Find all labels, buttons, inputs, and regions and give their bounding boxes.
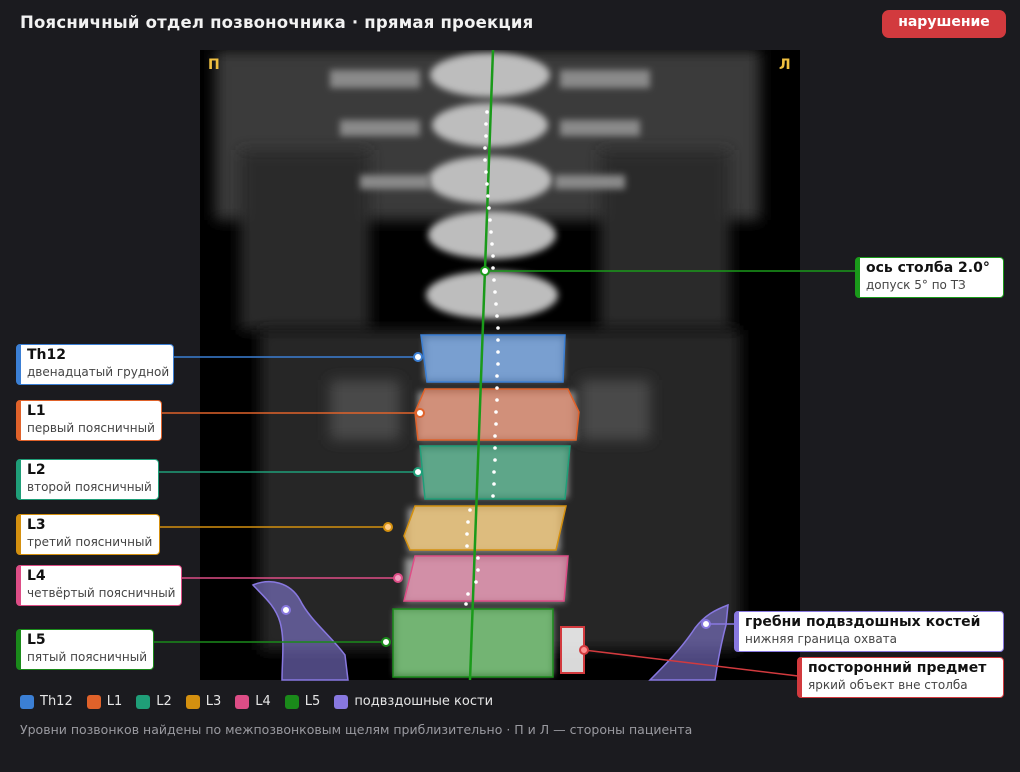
status-badge[interactable]: нарушение [882, 10, 1006, 38]
callout-l1[interactable]: L1 первый поясничный [16, 400, 162, 441]
legend-item-iliac[interactable]: подвздошные кости [334, 694, 493, 709]
legend-label: L4 [255, 694, 271, 709]
callout-foreign-title: посторонний предмет [808, 660, 987, 676]
footnote: Уровни позвонков найдены по межпозвонков… [20, 722, 693, 737]
legend-label: L5 [304, 694, 321, 709]
callout-l4[interactable]: L4 четвёртый поясничный [16, 565, 182, 606]
callout-l2-title: L2 [27, 462, 46, 478]
side-label-left-patient: Л [779, 57, 791, 73]
callout-l5-sub: пятый поясничный [27, 650, 147, 664]
callout-axis-title: ось столба 2.0° [866, 260, 990, 276]
callout-foreign-object[interactable]: посторонний предмет яркий объект вне сто… [797, 657, 1004, 698]
callout-iliac-title: гребни подвздошных костей [745, 614, 981, 630]
legend-item-l1[interactable]: L1 [86, 694, 123, 709]
callout-iliac[interactable]: гребни подвздошных костей нижняя граница… [734, 611, 1004, 652]
callout-l1-title: L1 [27, 403, 46, 419]
callout-th12-title: Th12 [27, 347, 66, 363]
legend-label: подвздошные кости [354, 694, 494, 709]
callout-l5[interactable]: L5 пятый поясничный [16, 629, 154, 670]
callout-l3-sub: третий поясничный [27, 535, 153, 549]
callout-axis[interactable]: ось столба 2.0° допуск 5° по ТЗ [855, 257, 1004, 298]
legend-swatch [235, 694, 250, 709]
legend-item-l5[interactable]: L5 [284, 694, 321, 709]
legend: Th12 L1 L2 L3 L4 L5 подвздошные кости [20, 694, 507, 709]
callout-l5-title: L5 [27, 632, 46, 648]
legend-label: L3 [205, 694, 222, 709]
legend-swatch [185, 694, 200, 709]
callout-l3[interactable]: L3 третий поясничный [16, 514, 160, 555]
callout-l4-sub: четвёртый поясничный [27, 586, 176, 600]
legend-item-th12[interactable]: Th12 [20, 694, 73, 709]
legend-swatch [284, 694, 299, 709]
legend-swatch [136, 694, 151, 709]
callout-iliac-sub: нижняя граница охвата [745, 632, 898, 646]
callout-l1-sub: первый поясничный [27, 421, 155, 435]
callout-foreign-sub: яркий объект вне столба [808, 678, 968, 692]
legend-label: Th12 [40, 694, 73, 709]
callout-l4-title: L4 [27, 568, 46, 584]
legend-label: L1 [106, 694, 123, 709]
callout-l3-title: L3 [27, 517, 46, 533]
legend-swatch [20, 694, 34, 709]
callout-l2-sub: второй поясничный [27, 480, 152, 494]
callout-l2[interactable]: L2 второй поясничный [16, 459, 159, 500]
xray-image [200, 50, 800, 680]
side-label-right-patient: П [208, 57, 220, 73]
legend-item-l3[interactable]: L3 [185, 694, 222, 709]
page-title: Поясничный отдел позвоночника · прямая п… [20, 13, 534, 32]
callout-th12-sub: двенадцатый грудной [27, 365, 170, 379]
legend-swatch [86, 694, 101, 709]
legend-item-l4[interactable]: L4 [235, 694, 271, 709]
legend-label: L2 [156, 694, 172, 709]
legend-item-l2[interactable]: L2 [136, 694, 172, 709]
legend-swatch [334, 694, 349, 709]
callout-th12[interactable]: Th12 двенадцатый грудной [16, 344, 174, 385]
callout-axis-sub: допуск 5° по ТЗ [866, 278, 966, 292]
